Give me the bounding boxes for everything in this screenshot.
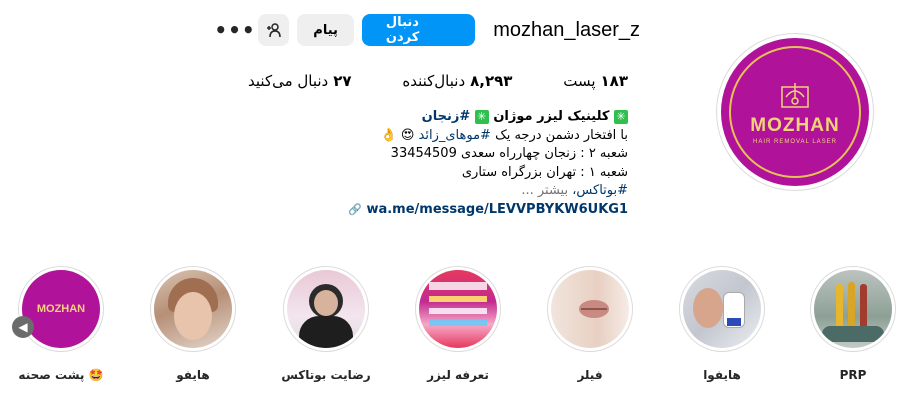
bio-link-text: wa.me/message/LEVVPBYKW6UKG1 bbox=[366, 201, 628, 217]
avatar-image: MOZHAN HAIR REMOVAL LASER bbox=[721, 38, 869, 186]
posts-value: ۱۸۳ bbox=[600, 72, 628, 90]
profile-avatar[interactable]: MOZHAN HAIR REMOVAL LASER bbox=[716, 33, 874, 191]
face-photo-thumbnail bbox=[154, 270, 232, 348]
bio-line-branch2: شعبه ۲ : زنجان چهارراه سعدی 33454509 bbox=[390, 146, 628, 161]
bio-line-branch1: شعبه ۱ : تهران بزرگراه ستاری bbox=[461, 164, 628, 180]
highlight-item[interactable]: هایفو bbox=[150, 266, 236, 382]
bio-emoji: 😍 👌 bbox=[380, 127, 415, 143]
highlight-cover bbox=[415, 266, 501, 352]
following-label: دنبال می‌کنید bbox=[248, 72, 329, 90]
following-value: ۲۷ bbox=[333, 72, 352, 90]
profile-bio: ✳ کلینیک لیزر موژان ✳ #زنجان با افتخار د… bbox=[208, 108, 628, 219]
profile-header: ••• پیام دنبال کردن mozhan_laser_z bbox=[214, 13, 640, 47]
bio-hashtag[interactable]: #بوتاکس، bbox=[572, 183, 628, 198]
follow-button[interactable]: دنبال کردن bbox=[361, 14, 476, 46]
message-button[interactable]: پیام bbox=[297, 14, 354, 46]
brand-tagline: HAIR REMOVAL LASER bbox=[752, 139, 838, 145]
device-photo-thumbnail bbox=[683, 270, 761, 348]
link-icon: 🔗 bbox=[348, 202, 362, 216]
brand-name: MOZHAN bbox=[750, 115, 840, 136]
followers-label: دنبال‌کننده bbox=[402, 72, 466, 90]
story-highlights: MOZHAN پشت صحنه 🤩 ◀ هایفو رضایت بوتاکس ت… bbox=[0, 266, 911, 400]
highlight-label: هایفوا bbox=[703, 368, 741, 382]
profile-stats: ۱۸۳ پست ۸,۲۹۳ دنبال‌کننده ۲۷ دنبال می‌کن… bbox=[248, 72, 628, 90]
hair-follicle-icon bbox=[781, 83, 809, 108]
green-star-emoji: ✳ bbox=[474, 109, 489, 124]
highlight-item[interactable]: تعرفه لیزر bbox=[415, 266, 501, 382]
bio-title-hashtag[interactable]: #زنجان bbox=[422, 109, 471, 124]
more-options-button[interactable]: ••• bbox=[214, 15, 254, 45]
bio-line: #بوتاکس، بیشتر ... bbox=[208, 182, 628, 201]
highlight-item[interactable]: رضایت بوتاکس bbox=[281, 266, 371, 382]
highlight-cover bbox=[283, 266, 369, 352]
brand-logo-thumbnail: MOZHAN bbox=[22, 270, 100, 348]
bio-link-row: 🔗 wa.me/message/LEVVPBYKW6UKG1 bbox=[208, 201, 628, 220]
posts-label: پست bbox=[563, 72, 596, 90]
add-user-icon bbox=[266, 23, 281, 38]
bio-title-text: کلینیک لیزر موژان bbox=[493, 109, 610, 124]
highlights-prev-arrow-icon[interactable]: ◀ bbox=[12, 316, 34, 338]
bio-line2-text: با افتخار دشمن درجه یک bbox=[495, 127, 628, 143]
highlight-cover bbox=[810, 266, 896, 352]
followers-value: ۸,۲۹۳ bbox=[470, 72, 513, 90]
followers-count[interactable]: ۸,۲۹۳ دنبال‌کننده bbox=[402, 72, 512, 90]
brand-name-small: MOZHAN bbox=[36, 303, 86, 315]
highlight-cover bbox=[547, 266, 633, 352]
highlight-item[interactable]: PRP bbox=[810, 266, 896, 382]
bio-title: ✳ کلینیک لیزر موژان ✳ #زنجان bbox=[208, 108, 628, 127]
highlight-label: تعرفه لیزر bbox=[427, 368, 489, 382]
highlight-label: هایفو bbox=[176, 368, 210, 382]
highlight-cover bbox=[150, 266, 236, 352]
highlight-item[interactable]: فیلر bbox=[547, 266, 633, 382]
highlight-item[interactable]: هایفوا bbox=[679, 266, 765, 382]
suggested-users-button[interactable] bbox=[258, 14, 290, 46]
brand-logo: MOZHAN HAIR REMOVAL LASER bbox=[729, 46, 861, 178]
lips-photo-thumbnail bbox=[551, 270, 629, 348]
bio-more-button[interactable]: بیشتر ... bbox=[521, 183, 568, 198]
person-photo-thumbnail bbox=[287, 270, 365, 348]
highlight-label: PRP bbox=[839, 368, 867, 382]
bio-link[interactable]: 🔗 wa.me/message/LEVVPBYKW6UKG1 bbox=[348, 201, 628, 220]
bio-hashtag[interactable]: #موهای_زائد bbox=[419, 128, 491, 143]
price-flyer-thumbnail bbox=[419, 270, 497, 348]
username: mozhan_laser_z bbox=[493, 18, 640, 41]
posts-count: ۱۸۳ پست bbox=[563, 72, 628, 90]
highlight-label: فیلر bbox=[577, 368, 603, 382]
highlight-label: رضایت بوتاکس bbox=[281, 368, 371, 382]
highlight-label: پشت صحنه 🤩 bbox=[18, 368, 104, 382]
bio-line: با افتخار دشمن درجه یک #موهای_زائد 😍 👌 bbox=[208, 127, 628, 146]
highlight-cover: MOZHAN bbox=[18, 266, 104, 352]
highlight-cover bbox=[679, 266, 765, 352]
green-star-emoji: ✳ bbox=[614, 109, 628, 124]
tubes-photo-thumbnail bbox=[814, 270, 892, 348]
following-count[interactable]: ۲۷ دنبال می‌کنید bbox=[248, 72, 352, 90]
